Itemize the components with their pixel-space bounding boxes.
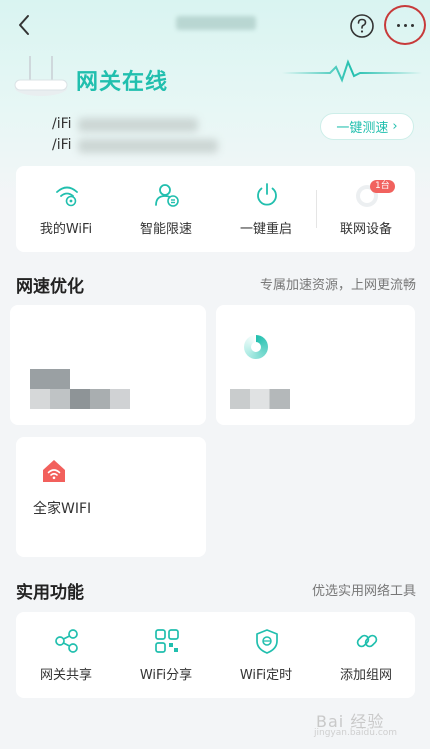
wifi-name-line: /iFi bbox=[52, 116, 72, 132]
redacted-content bbox=[230, 389, 290, 409]
one-click-reboot-button[interactable]: 一键重启 bbox=[216, 166, 316, 252]
tools-card: 网关共享 WiFi分享 WiFi定时 添加组网 bbox=[16, 612, 415, 698]
page-title-redacted bbox=[176, 16, 256, 30]
quick-action-label: 联网设备 bbox=[339, 222, 392, 237]
chevron-right-icon: › bbox=[392, 119, 398, 134]
redacted-content bbox=[30, 389, 130, 409]
section-title-optimization: 网速优化 bbox=[16, 277, 84, 297]
quick-actions-card: 我的WiFi 智能限速 一键重启 1台 联网设备 bbox=[16, 166, 415, 252]
router-icon bbox=[12, 52, 70, 102]
loading-icon bbox=[244, 335, 268, 359]
back-button[interactable] bbox=[10, 10, 40, 40]
qr-code-icon bbox=[155, 629, 179, 653]
gateway-status: 网关在线 bbox=[76, 70, 169, 95]
more-dot-icon bbox=[410, 23, 414, 27]
section-subtitle-optimization: 专属加速资源，上网更流畅 bbox=[259, 278, 416, 293]
power-icon bbox=[257, 183, 277, 206]
more-dot-icon bbox=[396, 23, 400, 27]
redacted-content bbox=[30, 369, 70, 389]
smart-speed-limit-button[interactable]: 智能限速 bbox=[116, 166, 216, 252]
optimization-card[interactable] bbox=[216, 305, 415, 425]
watermark-url: jingyan.baidu.com bbox=[314, 728, 398, 738]
my-wifi-button[interactable]: 我的WiFi bbox=[16, 166, 116, 252]
tool-label: WiFi定时 bbox=[239, 668, 293, 683]
redacted-ssid bbox=[78, 139, 218, 153]
speed-test-button[interactable]: 一键测速 › bbox=[320, 113, 414, 140]
tool-label: 网关共享 bbox=[39, 668, 92, 683]
chevron-left-icon bbox=[19, 15, 29, 35]
share-icon bbox=[55, 629, 78, 653]
optimization-card[interactable] bbox=[10, 305, 206, 425]
gateway-share-button[interactable]: 网关共享 bbox=[16, 612, 116, 698]
top-bar bbox=[0, 0, 430, 52]
home-wifi-icon bbox=[43, 460, 65, 482]
connected-devices-button[interactable]: 1台 联网设备 bbox=[316, 166, 416, 252]
question-icon bbox=[350, 14, 374, 38]
family-wifi-card[interactable]: 全家WIFI bbox=[16, 437, 206, 557]
family-wifi-label: 全家WIFI bbox=[33, 501, 92, 517]
user-speed-icon bbox=[155, 184, 179, 207]
shield-timer-icon bbox=[256, 629, 278, 654]
device-count-badge: 1台 bbox=[370, 180, 395, 193]
speed-test-label: 一键测速 bbox=[336, 121, 389, 136]
wifi-name-line: /iFi bbox=[52, 137, 72, 153]
section-subtitle-tools: 优选实用网络工具 bbox=[311, 584, 416, 599]
tool-label: WiFi分享 bbox=[139, 668, 193, 683]
more-options-button[interactable] bbox=[384, 5, 426, 45]
section-title-tools: 实用功能 bbox=[16, 583, 84, 603]
wifi-share-button[interactable]: WiFi分享 bbox=[116, 612, 216, 698]
more-dot-icon bbox=[403, 23, 407, 27]
quick-action-label: 一键重启 bbox=[239, 222, 292, 237]
tool-label: 添加组网 bbox=[339, 668, 392, 683]
wifi-timer-button[interactable]: WiFi定时 bbox=[216, 612, 316, 698]
link-icon bbox=[356, 634, 378, 648]
help-button[interactable] bbox=[348, 12, 376, 40]
heartbeat-icon bbox=[282, 59, 422, 83]
quick-action-label: 智能限速 bbox=[139, 222, 192, 237]
redacted-ssid bbox=[78, 118, 198, 132]
wifi-settings-icon bbox=[56, 186, 78, 207]
add-mesh-button[interactable]: 添加组网 bbox=[316, 612, 416, 698]
quick-action-label: 我的WiFi bbox=[39, 222, 93, 237]
